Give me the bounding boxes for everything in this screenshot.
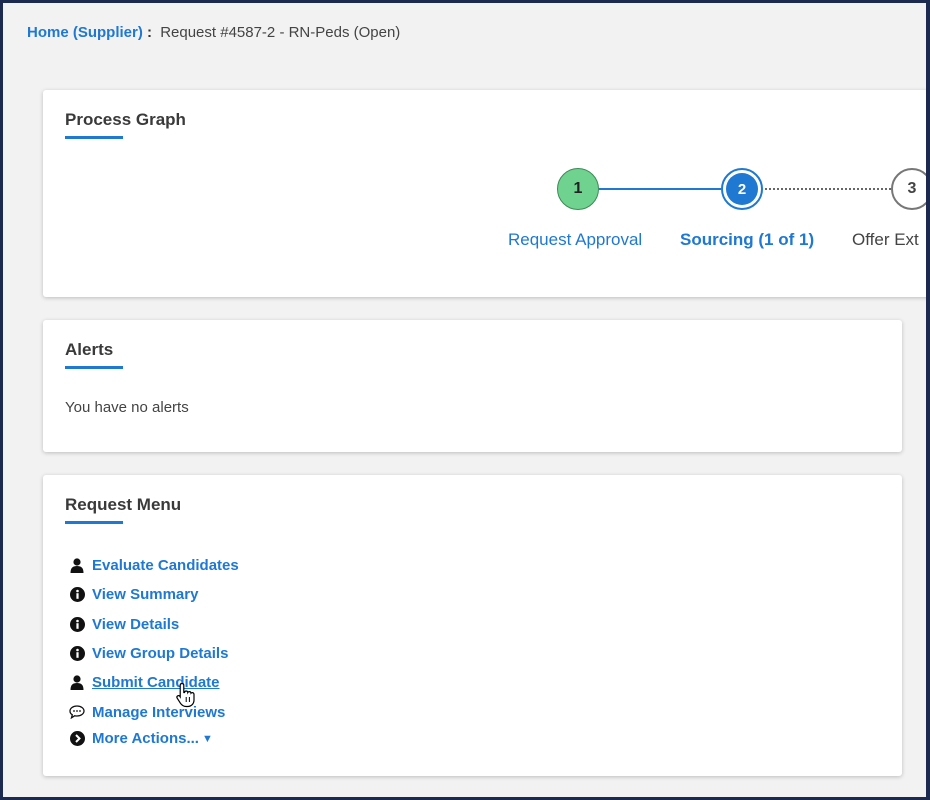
- menu-item-label: Submit Candidate: [92, 674, 220, 692]
- title-underline: [65, 521, 123, 524]
- user-icon: [69, 675, 85, 691]
- menu-item-evaluate-candidates[interactable]: Evaluate Candidates: [69, 551, 239, 580]
- info-icon: [69, 616, 85, 632]
- speech-bubble-icon: [69, 704, 85, 720]
- process-graph-card: Process Graph 1 2 3 Request Approval Sou…: [43, 90, 930, 297]
- step-1-circle[interactable]: 1: [557, 168, 599, 210]
- step-3-label[interactable]: Offer Ext: [852, 230, 919, 250]
- step-connector-dotted: [765, 188, 891, 190]
- process-graph-title: Process Graph: [65, 110, 186, 139]
- step-3-number: 3: [907, 180, 917, 197]
- hand-pointer-cursor-icon: [176, 682, 195, 708]
- request-menu-title: Request Menu: [65, 495, 181, 524]
- menu-item-label: More Actions...: [92, 730, 199, 748]
- caret-down-icon: ▼: [201, 732, 213, 745]
- breadcrumb-separator: :: [147, 24, 153, 41]
- menu-item-label: Manage Interviews: [92, 703, 226, 721]
- step-connector-solid: [599, 188, 721, 190]
- chevron-circle-right-icon: [69, 731, 85, 747]
- breadcrumb-current: Request #4587-2 - RN-Peds (Open): [160, 24, 401, 41]
- request-menu-card: Request Menu Evaluate Candidates View Su…: [43, 475, 902, 776]
- menu-item-manage-interviews[interactable]: Manage Interviews: [69, 697, 239, 726]
- info-icon: [69, 646, 85, 662]
- step-2-label[interactable]: Sourcing (1 of 1): [680, 230, 814, 250]
- user-icon: [69, 558, 85, 574]
- menu-item-submit-candidate[interactable]: Submit Candidate: [69, 668, 239, 697]
- breadcrumb: Home (Supplier) : Request #4587-2 - RN-P…: [27, 24, 400, 41]
- breadcrumb-home-link[interactable]: Home (Supplier): [27, 24, 143, 41]
- step-1-number: 1: [573, 180, 583, 197]
- menu-item-label: View Summary: [92, 586, 199, 604]
- request-menu-list: Evaluate Candidates View Summary View De…: [69, 551, 239, 751]
- info-icon: [69, 587, 85, 603]
- menu-item-view-details[interactable]: View Details: [69, 610, 239, 639]
- menu-item-view-group-details[interactable]: View Group Details: [69, 639, 239, 668]
- menu-item-more-actions[interactable]: More Actions... ▼: [69, 727, 239, 751]
- step-3-circle[interactable]: 3: [891, 168, 930, 210]
- menu-item-label: View Details: [92, 615, 180, 633]
- step-2-circle[interactable]: 2: [721, 168, 763, 210]
- step-2-number: 2: [726, 173, 758, 205]
- title-underline: [65, 366, 123, 369]
- alerts-card: Alerts You have no alerts: [43, 320, 902, 452]
- step-1-label[interactable]: Request Approval: [508, 230, 642, 250]
- title-underline: [65, 136, 123, 139]
- menu-item-label: View Group Details: [92, 645, 229, 663]
- menu-item-label: Evaluate Candidates: [92, 557, 239, 575]
- alerts-message: You have no alerts: [65, 399, 189, 416]
- alerts-title: Alerts: [65, 340, 123, 369]
- menu-item-view-summary[interactable]: View Summary: [69, 580, 239, 609]
